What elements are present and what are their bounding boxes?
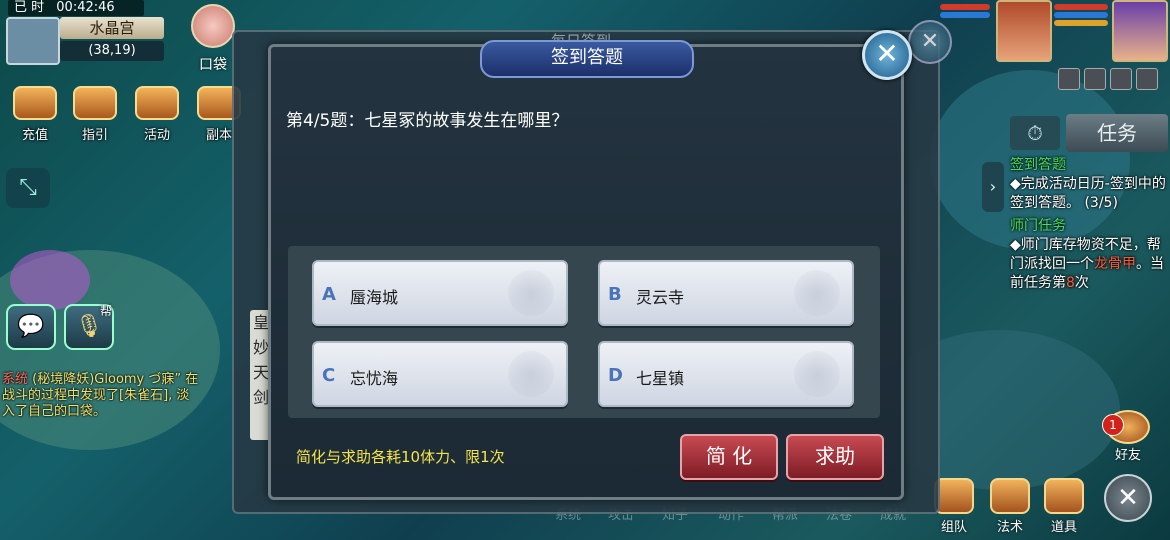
- option-a-button[interactable]: A 蜃海城: [312, 260, 568, 326]
- activity-button[interactable]: 活动: [134, 86, 180, 143]
- option-text: 蜃海城: [350, 288, 399, 307]
- pocket-icon: [191, 4, 235, 48]
- close-icon[interactable]: ✕: [908, 20, 952, 64]
- quest-title[interactable]: 签到答题: [1010, 156, 1170, 175]
- player-sp-bar: [1054, 20, 1108, 26]
- option-letter: D: [608, 365, 623, 386]
- chat-log[interactable]: 系统 (秘境降妖)Gloomy づ寐” 在 战斗的过程中发现了[朱雀石], 淡 …: [2, 372, 258, 420]
- magic-icon: [990, 478, 1030, 514]
- guide-label: 指引: [81, 128, 108, 143]
- option-letter: A: [322, 284, 336, 305]
- buff-slot[interactable]: [1136, 68, 1158, 90]
- system-tag: 系统: [2, 372, 29, 387]
- option-letter: B: [608, 284, 622, 305]
- guild-tag[interactable]: 帮: [100, 302, 112, 319]
- team-icon: [934, 478, 974, 514]
- option-text: 忘忧海: [350, 369, 399, 388]
- minimap-button[interactable]: [6, 17, 60, 65]
- coral-decoration: [10, 250, 90, 310]
- help-button[interactable]: 求助: [786, 434, 884, 480]
- chat-bubble-icon[interactable]: 💬: [6, 304, 56, 350]
- item-chest-icon: [1044, 478, 1084, 514]
- quest-description[interactable]: ◆完成活动日历-签到中的签到答题。 (3/5): [1010, 175, 1170, 213]
- magic-button[interactable]: 法术: [988, 478, 1032, 535]
- option-text: 灵云寺: [636, 288, 685, 307]
- task-tab[interactable]: 任务: [1066, 114, 1168, 152]
- activity-icon: [135, 86, 179, 120]
- flower-decoration-icon: [794, 270, 840, 316]
- player-hp-bar: [1054, 4, 1108, 10]
- pet-hp-bar: [940, 4, 990, 10]
- team-label: 组队: [940, 520, 967, 535]
- notification-badge: 1: [1102, 414, 1124, 436]
- answer-area: A 蜃海城 B 灵云寺 C 忘忧海 D 七星镇: [288, 246, 880, 418]
- items-label: 道具: [1050, 520, 1077, 535]
- map-coordinates: (38,19): [60, 41, 164, 61]
- simplify-button[interactable]: 简 化: [680, 434, 778, 480]
- quest-description[interactable]: ◆师门库存物资不足，帮门派找回一个龙骨甲。当前任务第8次: [1010, 236, 1170, 293]
- flower-decoration-icon: [794, 351, 840, 397]
- status-clock: 已 时 00:42:46: [8, 0, 144, 16]
- clock-icon[interactable]: ⏱: [1010, 116, 1060, 150]
- flower-decoration-icon: [508, 270, 554, 316]
- recharge-label: 充值: [21, 128, 48, 143]
- quest-count: 8: [1066, 275, 1075, 291]
- guide-button[interactable]: 指引: [72, 86, 118, 143]
- chat-text: (秘境降妖)Gloomy づ寐” 在: [32, 372, 199, 387]
- quest-tracker[interactable]: 签到答题 ◆完成活动日历-签到中的签到答题。 (3/5) 师门任务 ◆师门库存物…: [1010, 156, 1170, 293]
- option-b-button[interactable]: B 灵云寺: [598, 260, 854, 326]
- pocket-button[interactable]: 口袋: [190, 4, 236, 74]
- buff-slot[interactable]: [1084, 68, 1106, 90]
- quest-item: 龙骨甲: [1094, 256, 1136, 272]
- pet-mp-bar: [940, 12, 990, 18]
- scroll-icon: [73, 86, 117, 120]
- expand-arrows-icon[interactable]: ⤡: [6, 168, 50, 208]
- chevron-right-icon[interactable]: ›: [982, 162, 1004, 212]
- magic-label: 法术: [996, 520, 1023, 535]
- items-button[interactable]: 道具: [1042, 478, 1086, 535]
- quest-title[interactable]: 师门任务: [1010, 217, 1170, 236]
- quest-text: 次: [1074, 275, 1089, 291]
- pocket-label: 口袋: [199, 57, 227, 73]
- quiz-question: 第4/5题：七星冢的故事发生在哪里？: [286, 111, 569, 131]
- flower-decoration-icon: [508, 351, 554, 397]
- chat-line: 系统 (秘境降妖)Gloomy づ寐” 在: [2, 372, 258, 388]
- option-text: 七星镇: [636, 369, 685, 388]
- dialog-title: 签到答题: [480, 40, 694, 78]
- close-menu-icon[interactable]: ✕: [1104, 474, 1152, 522]
- player-portrait[interactable]: [1112, 0, 1168, 62]
- quiz-hint: 简化与求助各耗10体力、限1次: [296, 448, 505, 466]
- chat-line: 入了自己的口袋。: [2, 404, 107, 419]
- friends-label: 好友: [1114, 448, 1141, 463]
- option-c-button[interactable]: C 忘忧海: [312, 341, 568, 407]
- clock-time: 00:42:46: [56, 0, 115, 15]
- pet-portrait[interactable]: [996, 0, 1052, 62]
- option-d-button[interactable]: D 七星镇: [598, 341, 854, 407]
- close-icon[interactable]: ✕: [862, 30, 912, 80]
- buff-slot[interactable]: [1110, 68, 1132, 90]
- treasure-chest-icon: [13, 86, 57, 120]
- option-letter: C: [322, 365, 336, 386]
- status-prefix: 已 时: [14, 0, 45, 15]
- chat-line: 战斗的过程中发现了[朱雀石], 淡: [2, 388, 190, 403]
- player-mp-bar: [1054, 12, 1108, 18]
- buff-slot[interactable]: [1058, 68, 1080, 90]
- recharge-button[interactable]: 充值: [12, 86, 58, 143]
- activity-label: 活动: [143, 128, 170, 143]
- map-name[interactable]: 水晶宫: [60, 17, 164, 39]
